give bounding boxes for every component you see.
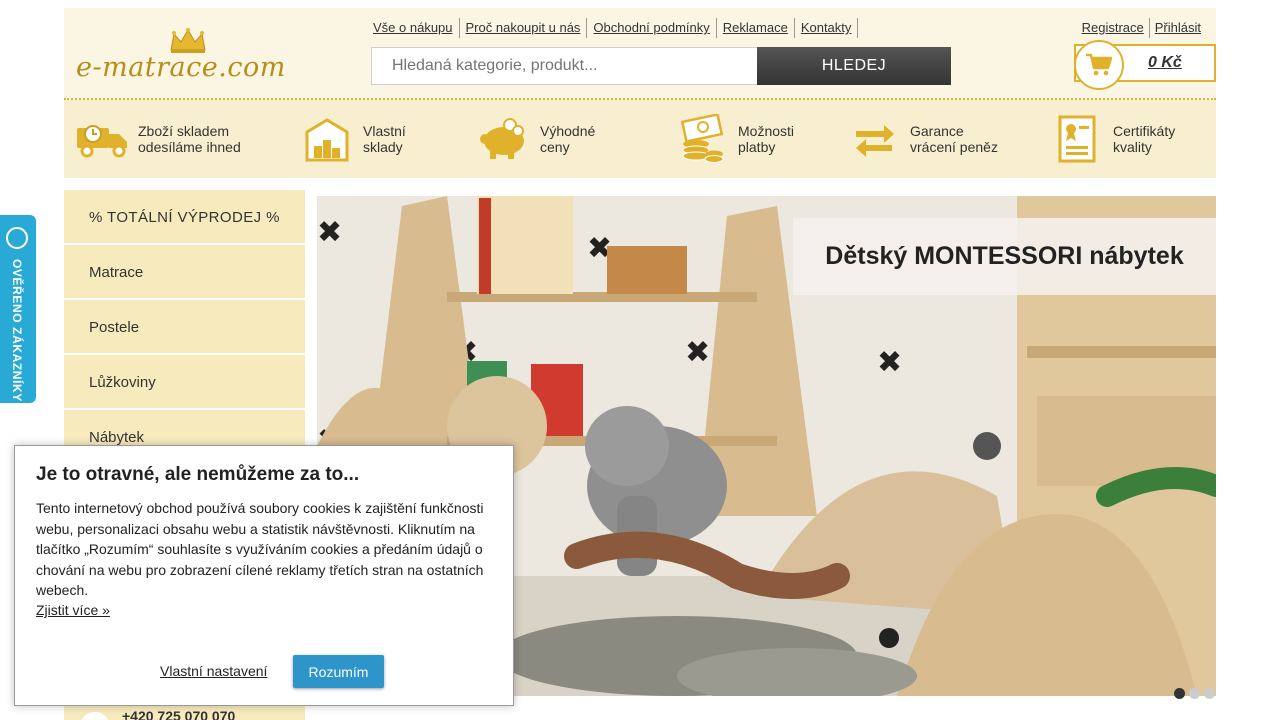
slider-dot-1[interactable] [1174, 688, 1185, 699]
svg-text:✖: ✖ [685, 335, 710, 370]
nav-link-complaints[interactable]: Reklamace [717, 18, 795, 38]
benefit-certificates-text: Certifikáty kvality [1113, 123, 1176, 155]
shopping-cart-icon [1074, 40, 1124, 90]
certificate-icon [1049, 111, 1105, 167]
cookie-accept-button[interactable]: Rozumím [293, 655, 384, 688]
logo-text: e-matrace.com [76, 52, 286, 83]
verified-by-customers-tab[interactable]: OVĚŘENO ZÁKAZNÍKY [0, 215, 36, 403]
site-logo[interactable]: e-matrace.com [76, 28, 306, 88]
heureka-badge-icon [6, 227, 28, 249]
benefit-warehouses-text: Vlastní sklady [363, 123, 406, 155]
benefit-certificates: Certifikáty kvality [1049, 100, 1175, 178]
sidebar-item-beds[interactable]: Postele [64, 300, 305, 353]
benefit-prices: Výhodné ceny [476, 100, 595, 178]
banknotes-coins-icon [674, 111, 730, 167]
sidebar-item-mattresses[interactable]: Matrace [64, 245, 305, 298]
search-button[interactable]: HLEDEJ [757, 47, 951, 85]
piggy-bank-icon [476, 111, 532, 167]
register-link[interactable]: Registrace [1077, 18, 1150, 38]
delivery-truck-icon [74, 111, 130, 167]
benefit-money-back-text: Garance vrácení peněz [910, 123, 998, 155]
benefit-stock-text: Zboží skladem odesíláme ihned [138, 123, 241, 155]
login-link[interactable]: Přihlásit [1150, 18, 1206, 38]
verified-tab-label: OVĚŘENO ZÁKAZNÍKY [10, 259, 24, 402]
nav-link-contacts[interactable]: Kontakty [795, 18, 859, 38]
phone-icon [81, 712, 109, 720]
sidebar-phone-number: +420 725 070 070 [122, 708, 236, 720]
account-links: Registrace Přihlásit [1077, 18, 1206, 38]
benefit-warehouses: Vlastní sklady [299, 100, 406, 178]
cookie-consent-dialog: Je to otravné, ale nemůžeme za to... Ten… [14, 445, 514, 706]
top-navigation: Vše o nákupu Proč nakoupit u nás Obchodn… [372, 18, 859, 38]
cookie-learn-more-link[interactable]: Zjistit více » [36, 602, 110, 618]
nav-link-why-buy[interactable]: Proč nakoupit u nás [460, 18, 588, 38]
benefit-payment-text: Možnosti platby [738, 123, 795, 155]
benefit-payment: Možnosti platby [674, 100, 794, 178]
site-header: e-matrace.com Vše o nákupu Proč nakoupit… [64, 8, 1216, 100]
exchange-arrows-icon [846, 111, 902, 167]
cookie-text: Tento internetový obchod používá soubory… [36, 500, 484, 598]
category-sidebar: % TOTÁLNÍ VÝPRODEJ % Matrace Postele Lůž… [64, 190, 305, 465]
search-bar: HLEDEJ [371, 47, 951, 85]
slider-dot-3[interactable] [1204, 688, 1215, 699]
cart-total: 0 Kč [1148, 54, 1182, 71]
nav-link-terms[interactable]: Obchodní podmínky [587, 18, 717, 38]
slider-dots [1174, 688, 1215, 699]
crown-icon [170, 28, 206, 53]
nav-link-about-shopping[interactable]: Vše o nákupu [372, 18, 460, 38]
benefit-stock: Zboží skladem odesíláme ihned [74, 100, 241, 178]
cookie-settings-link[interactable]: Vlastní nastavení [160, 663, 267, 679]
search-input[interactable] [371, 47, 757, 85]
svg-text:✖: ✖ [317, 215, 342, 250]
cart-button[interactable]: 0 Kč [1074, 40, 1216, 90]
cookie-title: Je to otravné, ale nemůžeme za to... [36, 464, 360, 485]
svg-text:✖: ✖ [877, 345, 902, 380]
warehouse-icon [299, 111, 355, 167]
sidebar-item-clearance[interactable]: % TOTÁLNÍ VÝPRODEJ % [64, 190, 305, 243]
sidebar-item-bedding[interactable]: Lůžkoviny [64, 355, 305, 408]
benefit-prices-text: Výhodné ceny [540, 123, 596, 155]
banner-caption: Dětský MONTESSORI nábytek [793, 218, 1216, 295]
benefit-money-back: Garance vrácení peněz [846, 100, 998, 178]
slider-dot-2[interactable] [1189, 688, 1200, 699]
benefits-bar: Zboží skladem odesíláme ihned Vlastní sk… [64, 100, 1216, 178]
